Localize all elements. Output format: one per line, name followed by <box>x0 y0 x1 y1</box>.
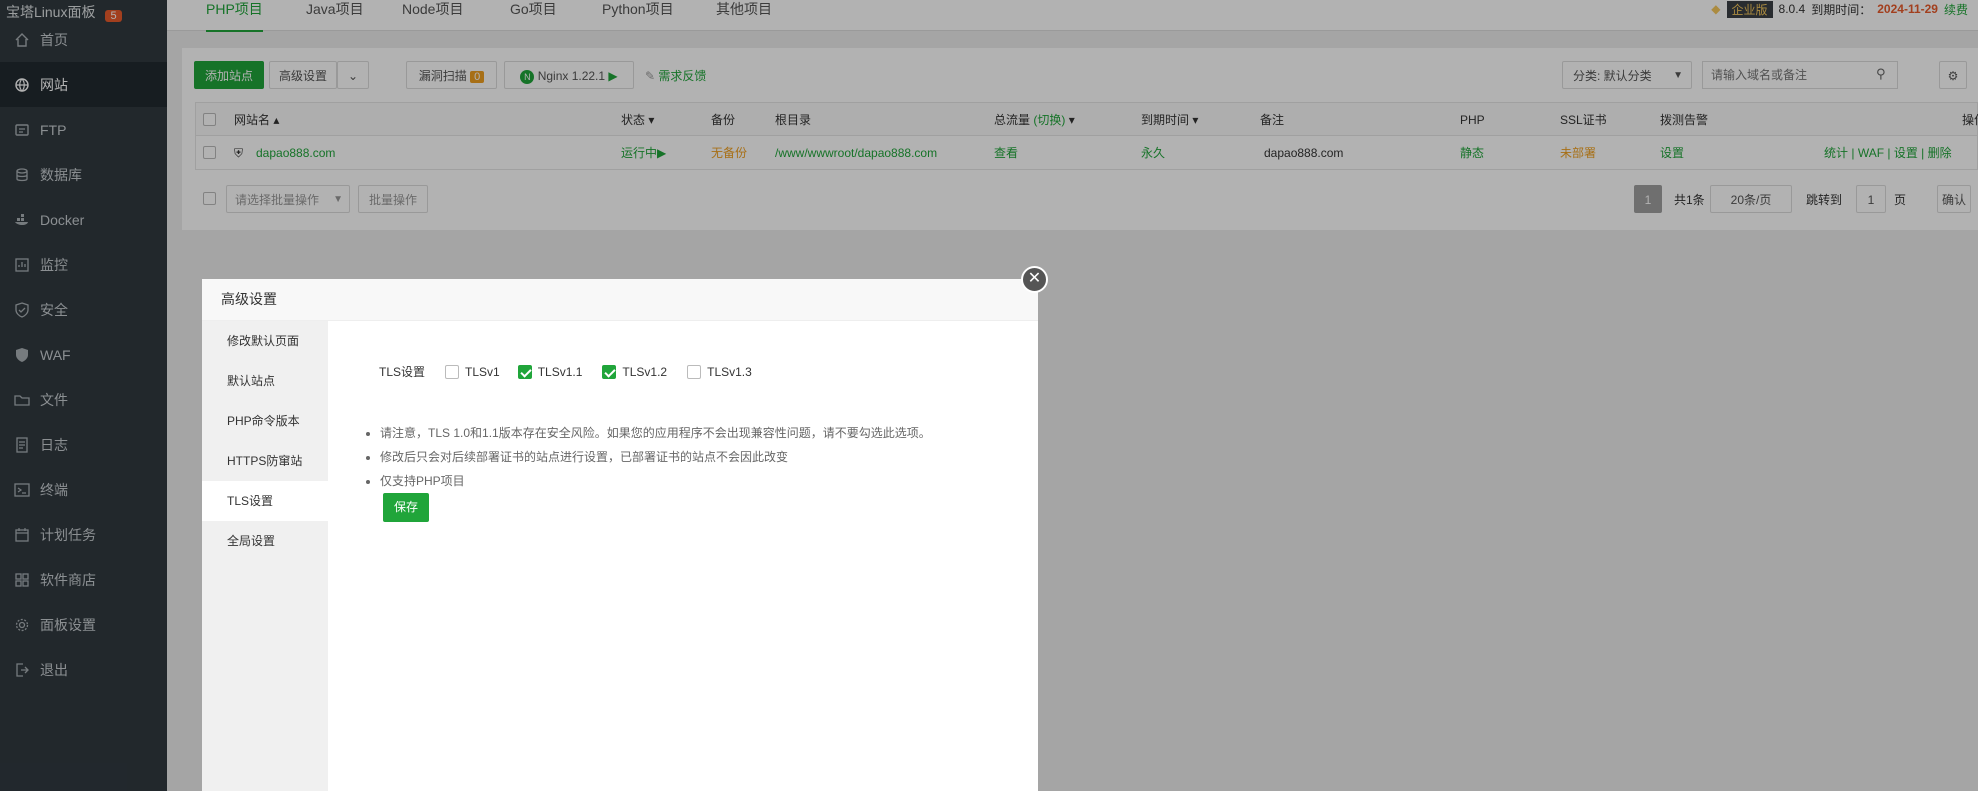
save-button[interactable]: 保存 <box>383 493 429 522</box>
nav-https-anti-hijack[interactable]: HTTPS防窜站 <box>202 441 328 481</box>
modal-body: TLS设置 TLSv1 TLSv1.1 TLSv1.2 TLSv1.3 请注意，… <box>328 321 1038 791</box>
tls-v1-option[interactable]: TLSv1 <box>445 364 500 379</box>
tls-v1-2-checkbox[interactable] <box>602 364 617 379</box>
nav-php-cli-version[interactable]: PHP命令版本 <box>202 401 328 441</box>
tls-v1-1-option[interactable]: TLSv1.1 <box>517 364 582 379</box>
note-item: 请注意，TLS 1.0和1.1版本存在安全风险。如果您的应用程序不会出现兼容性问… <box>380 421 931 445</box>
tls-options: TLS设置 TLSv1 TLSv1.1 TLSv1.2 TLSv1.3 <box>379 363 752 380</box>
nav-default-site[interactable]: 默认站点 <box>202 361 328 401</box>
note-item: 仅支持PHP项目 <box>380 469 931 493</box>
tls-v1-3-checkbox[interactable] <box>687 364 702 379</box>
nav-global-settings[interactable]: 全局设置 <box>202 521 328 561</box>
tls-v1-3-option[interactable]: TLSv1.3 <box>687 364 752 379</box>
modal-title: 高级设置 <box>202 279 1038 321</box>
nav-default-page[interactable]: 修改默认页面 <box>202 321 328 361</box>
modal-nav: 修改默认页面 默认站点 PHP命令版本 HTTPS防窜站 TLS设置 全局设置 <box>202 321 328 791</box>
tls-v1-2-option[interactable]: TLSv1.2 <box>602 364 667 379</box>
tls-label: TLS设置 <box>379 365 426 379</box>
close-icon[interactable]: ✕ <box>1021 266 1048 293</box>
advanced-settings-modal: 高级设置 修改默认页面 默认站点 PHP命令版本 HTTPS防窜站 TLS设置 … <box>202 279 1038 791</box>
note-item: 修改后只会对后续部署证书的站点进行设置，已部署证书的站点不会因此改变 <box>380 445 931 469</box>
tls-v1-1-checkbox[interactable] <box>517 364 532 379</box>
tls-notes: 请注意，TLS 1.0和1.1版本存在安全风险。如果您的应用程序不会出现兼容性问… <box>364 421 931 493</box>
tls-v1-checkbox[interactable] <box>445 364 460 379</box>
nav-tls-settings[interactable]: TLS设置 <box>202 481 328 521</box>
